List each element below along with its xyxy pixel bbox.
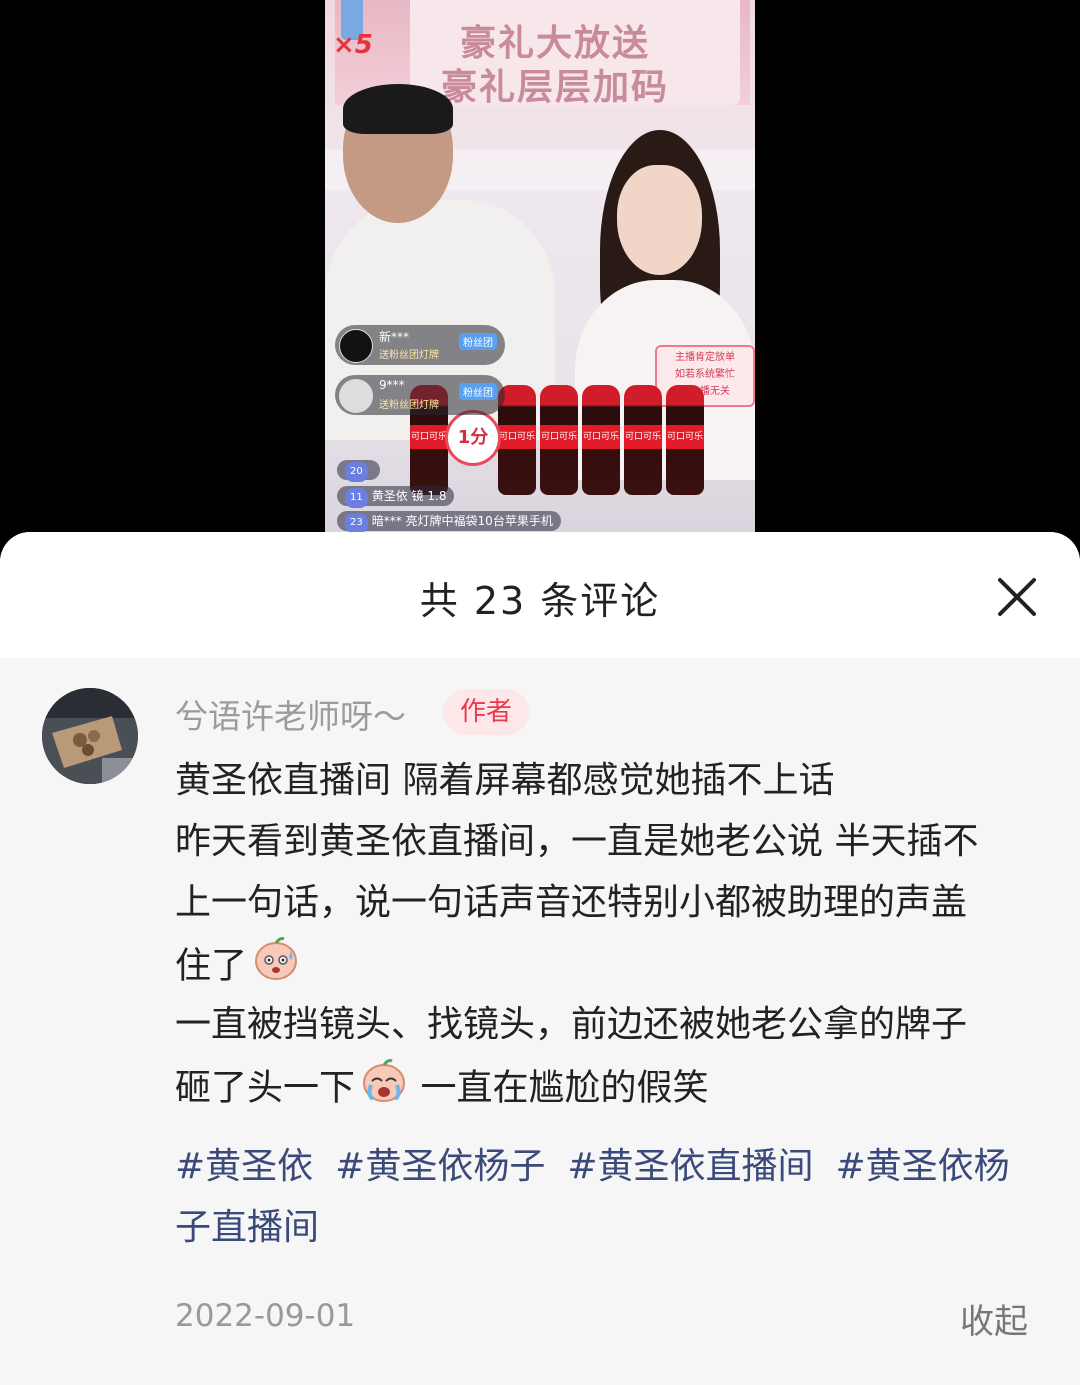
cola-bottle: 可口可乐 <box>624 385 662 495</box>
sweat-emoji-icon <box>251 933 301 1002</box>
bottle-label: 可口可乐 <box>666 425 704 449</box>
sign-line-2: 如若系统繁忙 <box>675 369 735 380</box>
comment-sheet: 共 23 条评论 兮语许老师呀～ 作者 黄圣依直播间 隔着屏幕都感觉她插不上话 … <box>0 532 1080 1385</box>
bottle-label: 可口可乐 <box>582 425 620 449</box>
sheet-header: 共 23 条评论 <box>0 532 1080 658</box>
bottle-label: 可口可乐 <box>410 425 448 449</box>
hashtag-line: 子直播间 <box>175 1197 1045 1258</box>
bottle-label: 可口可乐 <box>540 425 578 449</box>
fan-club-badge: 粉丝团 <box>459 333 497 350</box>
comment-line-text: 砸了头一下 <box>175 1067 356 1109</box>
hashtag-link[interactable]: 子直播间 <box>175 1207 319 1248</box>
bottle-label: 可口可乐 <box>624 425 662 449</box>
comment-date: 2022-09-01 <box>175 1298 356 1334</box>
avatar <box>339 329 373 363</box>
author-avatar[interactable] <box>42 688 138 784</box>
collapse-button[interactable]: 收起 <box>960 1294 1028 1343</box>
cola-bottle: 可口可乐 <box>582 385 620 495</box>
fan-name: 9*** <box>379 378 405 392</box>
hashtag-link[interactable]: #黄圣依 <box>175 1146 313 1187</box>
close-icon <box>998 578 1036 616</box>
author-badge: 作者 <box>443 689 529 735</box>
bottle-label: 可口可乐 <box>498 425 536 449</box>
cola-bottle: 可口可乐 <box>540 385 578 495</box>
prize-multiplier: ×5 <box>333 30 373 60</box>
chat-text: 黄圣依 镜 1.8 <box>371 489 447 503</box>
avatar <box>339 379 373 413</box>
live-chat-message: 20 <box>337 460 380 482</box>
live-chat-message: 11 黄圣依 镜 1.8 <box>337 486 455 508</box>
comment-line: 昨天看到黄圣依直播间，一直是她老公说 半天插不 <box>175 821 979 862</box>
fan-name: 新*** <box>379 330 410 344</box>
host-female-face <box>617 165 702 275</box>
fan-action: 送粉丝团灯牌 <box>379 400 439 411</box>
comment-line-text: 住了 <box>175 945 248 987</box>
hashtag-line: #黄圣依 #黄圣依杨子 #黄圣依直播间 #黄圣依杨 <box>175 1136 1045 1197</box>
comment-line-with-emoji: 住了 <box>175 933 1045 994</box>
comment-line: 黄圣依直播间 隔着屏幕都感觉她插不上话 <box>175 760 835 801</box>
comment-line-text: 一直在尴尬的假笑 <box>420 1067 709 1109</box>
live-chat-message: 23 暗*** 亮灯牌中福袋10台苹果手机 <box>337 511 561 533</box>
chat-text: 暗*** 亮灯牌中福袋10台苹果手机 <box>371 514 553 528</box>
comment-text: 黄圣依直播间 隔着屏幕都感觉她插不上话 昨天看到黄圣依直播间，一直是她老公说 半… <box>175 750 1045 1116</box>
cola-bottle: 可口可乐 <box>666 385 704 495</box>
user-level-badge: 11 <box>345 488 368 508</box>
fan-action: 送粉丝团灯牌 <box>379 350 439 361</box>
crying-emoji-icon <box>359 1055 409 1124</box>
hashtag-link[interactable]: #黄圣依直播间 <box>567 1146 813 1187</box>
live-video-frame[interactable]: ×5 豪礼大放送 豪礼层层加码 主播肯定放单 如若系统繁忙 与主播无关 可口可乐… <box>325 0 755 545</box>
comment-line: 上一句话，说一句话声音还特别小都被助理的声盖 <box>175 882 968 923</box>
comment-line-with-emoji: 砸了头一下 一直在尴尬的假笑 <box>175 1055 1045 1116</box>
hashtag-link[interactable]: #黄圣依杨 <box>836 1146 1010 1187</box>
user-level-badge: 23 <box>345 513 368 533</box>
comment-line: 一直被挡镜头、找镜头，前边还被她老公拿的牌子 <box>175 1004 968 1045</box>
sign-line-1: 主播肯定放单 <box>675 352 735 363</box>
close-button[interactable] <box>992 572 1042 622</box>
hashtag-link[interactable]: #黄圣依杨子 <box>335 1146 545 1187</box>
user-level-badge: 20 <box>345 462 368 482</box>
hashtag-list: #黄圣依 #黄圣依杨子 #黄圣依直播间 #黄圣依杨 子直播间 <box>175 1136 1045 1258</box>
author-name[interactable]: 兮语许老师呀～ <box>175 690 406 738</box>
fan-join-notice: 9*** 送粉丝团灯牌 粉丝团 <box>335 375 505 415</box>
host-male-hair <box>343 84 453 134</box>
comment-count-title: 共 23 条评论 <box>419 579 661 623</box>
price-badge: 1分 <box>445 410 501 466</box>
fan-club-badge: 粉丝团 <box>459 383 497 400</box>
avatar-image <box>42 688 138 784</box>
fan-join-notice: 新*** 送粉丝团灯牌 粉丝团 <box>335 325 505 365</box>
banner-line-2: 豪礼层层加码 <box>440 66 669 108</box>
